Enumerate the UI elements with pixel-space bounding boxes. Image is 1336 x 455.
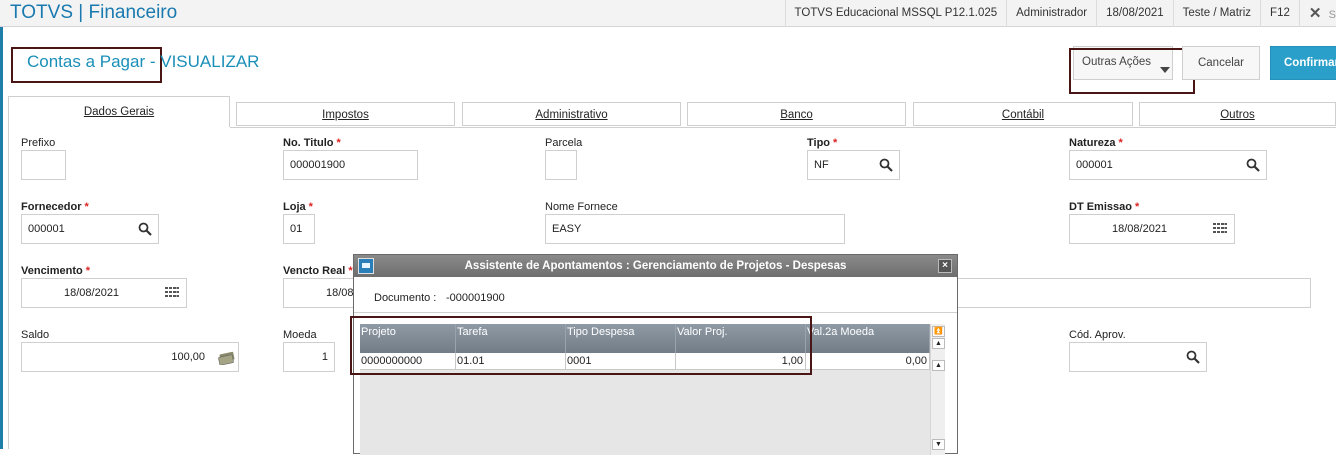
search-icon[interactable] — [1186, 350, 1200, 364]
dialog-title-bar[interactable]: Assistente de Apontamentos : Gerenciamen… — [354, 255, 957, 277]
parcela-label: Parcela — [545, 137, 582, 149]
calendar-icon[interactable] — [1213, 222, 1227, 236]
natureza-value: 000001 — [1076, 159, 1113, 171]
top-status-items: TOTVS Educacional MSSQL P12.1.025 Admini… — [785, 0, 1336, 27]
parcela-field[interactable] — [545, 150, 577, 180]
search-icon[interactable] — [879, 158, 893, 172]
tab-label: Contábil — [1002, 109, 1044, 121]
money-icon — [218, 351, 236, 365]
tab-banco[interactable]: Banco — [687, 102, 906, 126]
natureza-field[interactable]: 000001 — [1069, 150, 1267, 180]
scroll-down-icon[interactable]: ▼ — [932, 439, 945, 450]
window-icon — [358, 258, 374, 274]
cod-aprov-label: Cód. Aprov. — [1069, 329, 1126, 341]
tab-label: Banco — [780, 109, 813, 121]
loja-field[interactable]: 01 — [283, 214, 315, 244]
fornecedor-value: 000001 — [28, 223, 65, 235]
vencto-real-label: Vencto Real* — [283, 265, 353, 277]
user-name[interactable]: Administrador — [1006, 0, 1096, 27]
fornecedor-field[interactable]: 000001 — [21, 214, 159, 244]
tab-contabil[interactable]: Contábil — [913, 102, 1133, 126]
tipo-field[interactable]: NF — [807, 150, 900, 180]
page-title: Contas a Pagar - VISUALIZAR — [27, 52, 259, 72]
saldo-label: Saldo — [21, 329, 49, 341]
saldo-value: 100,00 — [171, 351, 205, 363]
tab-label: Administrativo — [535, 109, 607, 121]
calendar-icon[interactable] — [165, 286, 179, 300]
highlight-box-grid — [350, 316, 812, 375]
product-version: TOTVS Educacional MSSQL P12.1.025 — [785, 0, 1007, 27]
moeda-field[interactable]: 1 — [283, 342, 335, 372]
no-titulo-label: No. Titulo* — [283, 137, 341, 149]
page-title-separator: - — [145, 52, 160, 71]
loja-label: Loja* — [283, 201, 313, 213]
dialog-title: Assistente de Apontamentos : Gerenciamen… — [465, 260, 847, 272]
app-title: TOTVS | Financeiro — [10, 2, 177, 24]
moeda-label: Moeda — [283, 329, 317, 341]
top-bar: TOTVS | Financeiro TOTVS Educacional MSS… — [0, 0, 1336, 27]
scroll-up-icon[interactable]: ▲ — [932, 360, 945, 371]
fornecedor-label: Fornecedor* — [21, 201, 89, 213]
scroll-page-up-icon[interactable]: ▲ — [932, 338, 945, 349]
no-titulo-field[interactable]: 000001900 — [283, 150, 418, 180]
document-value: -000001900 — [446, 292, 505, 304]
dialog-separator — [354, 312, 957, 313]
exit-button[interactable]: ✕ S — [1299, 0, 1336, 27]
page-mode: VISUALIZAR — [160, 52, 259, 71]
help-key[interactable]: F12 — [1260, 0, 1299, 27]
nome-fornece-field[interactable]: EASY — [545, 214, 845, 244]
saldo-field[interactable]: 100,00 — [21, 342, 239, 372]
scroll-top-icon[interactable]: ⏫ — [932, 326, 945, 337]
confirm-button[interactable]: Confirmar — [1270, 46, 1336, 80]
tab-label: Outros — [1220, 109, 1255, 121]
tab-content-left-border — [8, 127, 9, 449]
tab-dados-gerais[interactable]: Dados Gerais — [8, 96, 230, 127]
vencimento-value: 18/08/2021 — [64, 287, 119, 299]
tipo-label: Tipo* — [807, 137, 837, 149]
system-date[interactable]: 18/08/2021 — [1096, 0, 1173, 27]
vencimento-field[interactable]: 18/08/2021 — [21, 278, 187, 308]
natureza-label: Natureza* — [1069, 137, 1123, 149]
page-title-text: Contas a Pagar — [27, 52, 145, 71]
column-header-val-2a-moeda[interactable]: Val.2a Moeda — [806, 324, 930, 353]
tab-content-border — [230, 127, 1336, 128]
tab-impostos[interactable]: Impostos — [236, 102, 455, 126]
dt-emissao-field[interactable]: 18/08/2021 — [1069, 214, 1235, 244]
dt-emissao-value: 18/08/2021 — [1112, 223, 1167, 235]
company-branch[interactable]: Teste / Matriz — [1173, 0, 1260, 27]
left-accent-bar — [0, 27, 3, 449]
tab-label: Impostos — [322, 109, 369, 121]
cod-aprov-field[interactable] — [1069, 342, 1207, 372]
tab-administrativo[interactable]: Administrativo — [462, 102, 681, 126]
grid-scrollbar[interactable]: ⏫ ▲ ▲ ▼ — [930, 324, 945, 455]
nome-fornece-label: Nome Fornece — [545, 201, 618, 213]
search-icon[interactable] — [138, 222, 152, 236]
tab-outros[interactable]: Outros — [1139, 102, 1336, 126]
prefixo-label: Prefixo — [21, 137, 55, 149]
dt-emissao-label: DT Emissao* — [1069, 201, 1139, 213]
vencimento-label: Vencimento* — [21, 265, 90, 277]
hidden-field-row3[interactable] — [945, 278, 1311, 308]
prefixo-field[interactable] — [21, 150, 66, 180]
highlight-box-actions — [1069, 48, 1195, 94]
close-icon[interactable]: × — [938, 259, 952, 273]
tipo-value: NF — [814, 159, 829, 171]
search-icon[interactable] — [1246, 158, 1260, 172]
tab-label: Dados Gerais — [84, 106, 154, 118]
close-icon: ✕ — [1309, 5, 1322, 22]
document-label: Documento : — [374, 292, 436, 304]
cancel-button[interactable]: Cancelar — [1182, 46, 1260, 80]
table-cell-val-2a-moeda[interactable]: 0,00 — [806, 353, 930, 370]
exit-label: S — [1325, 9, 1336, 21]
